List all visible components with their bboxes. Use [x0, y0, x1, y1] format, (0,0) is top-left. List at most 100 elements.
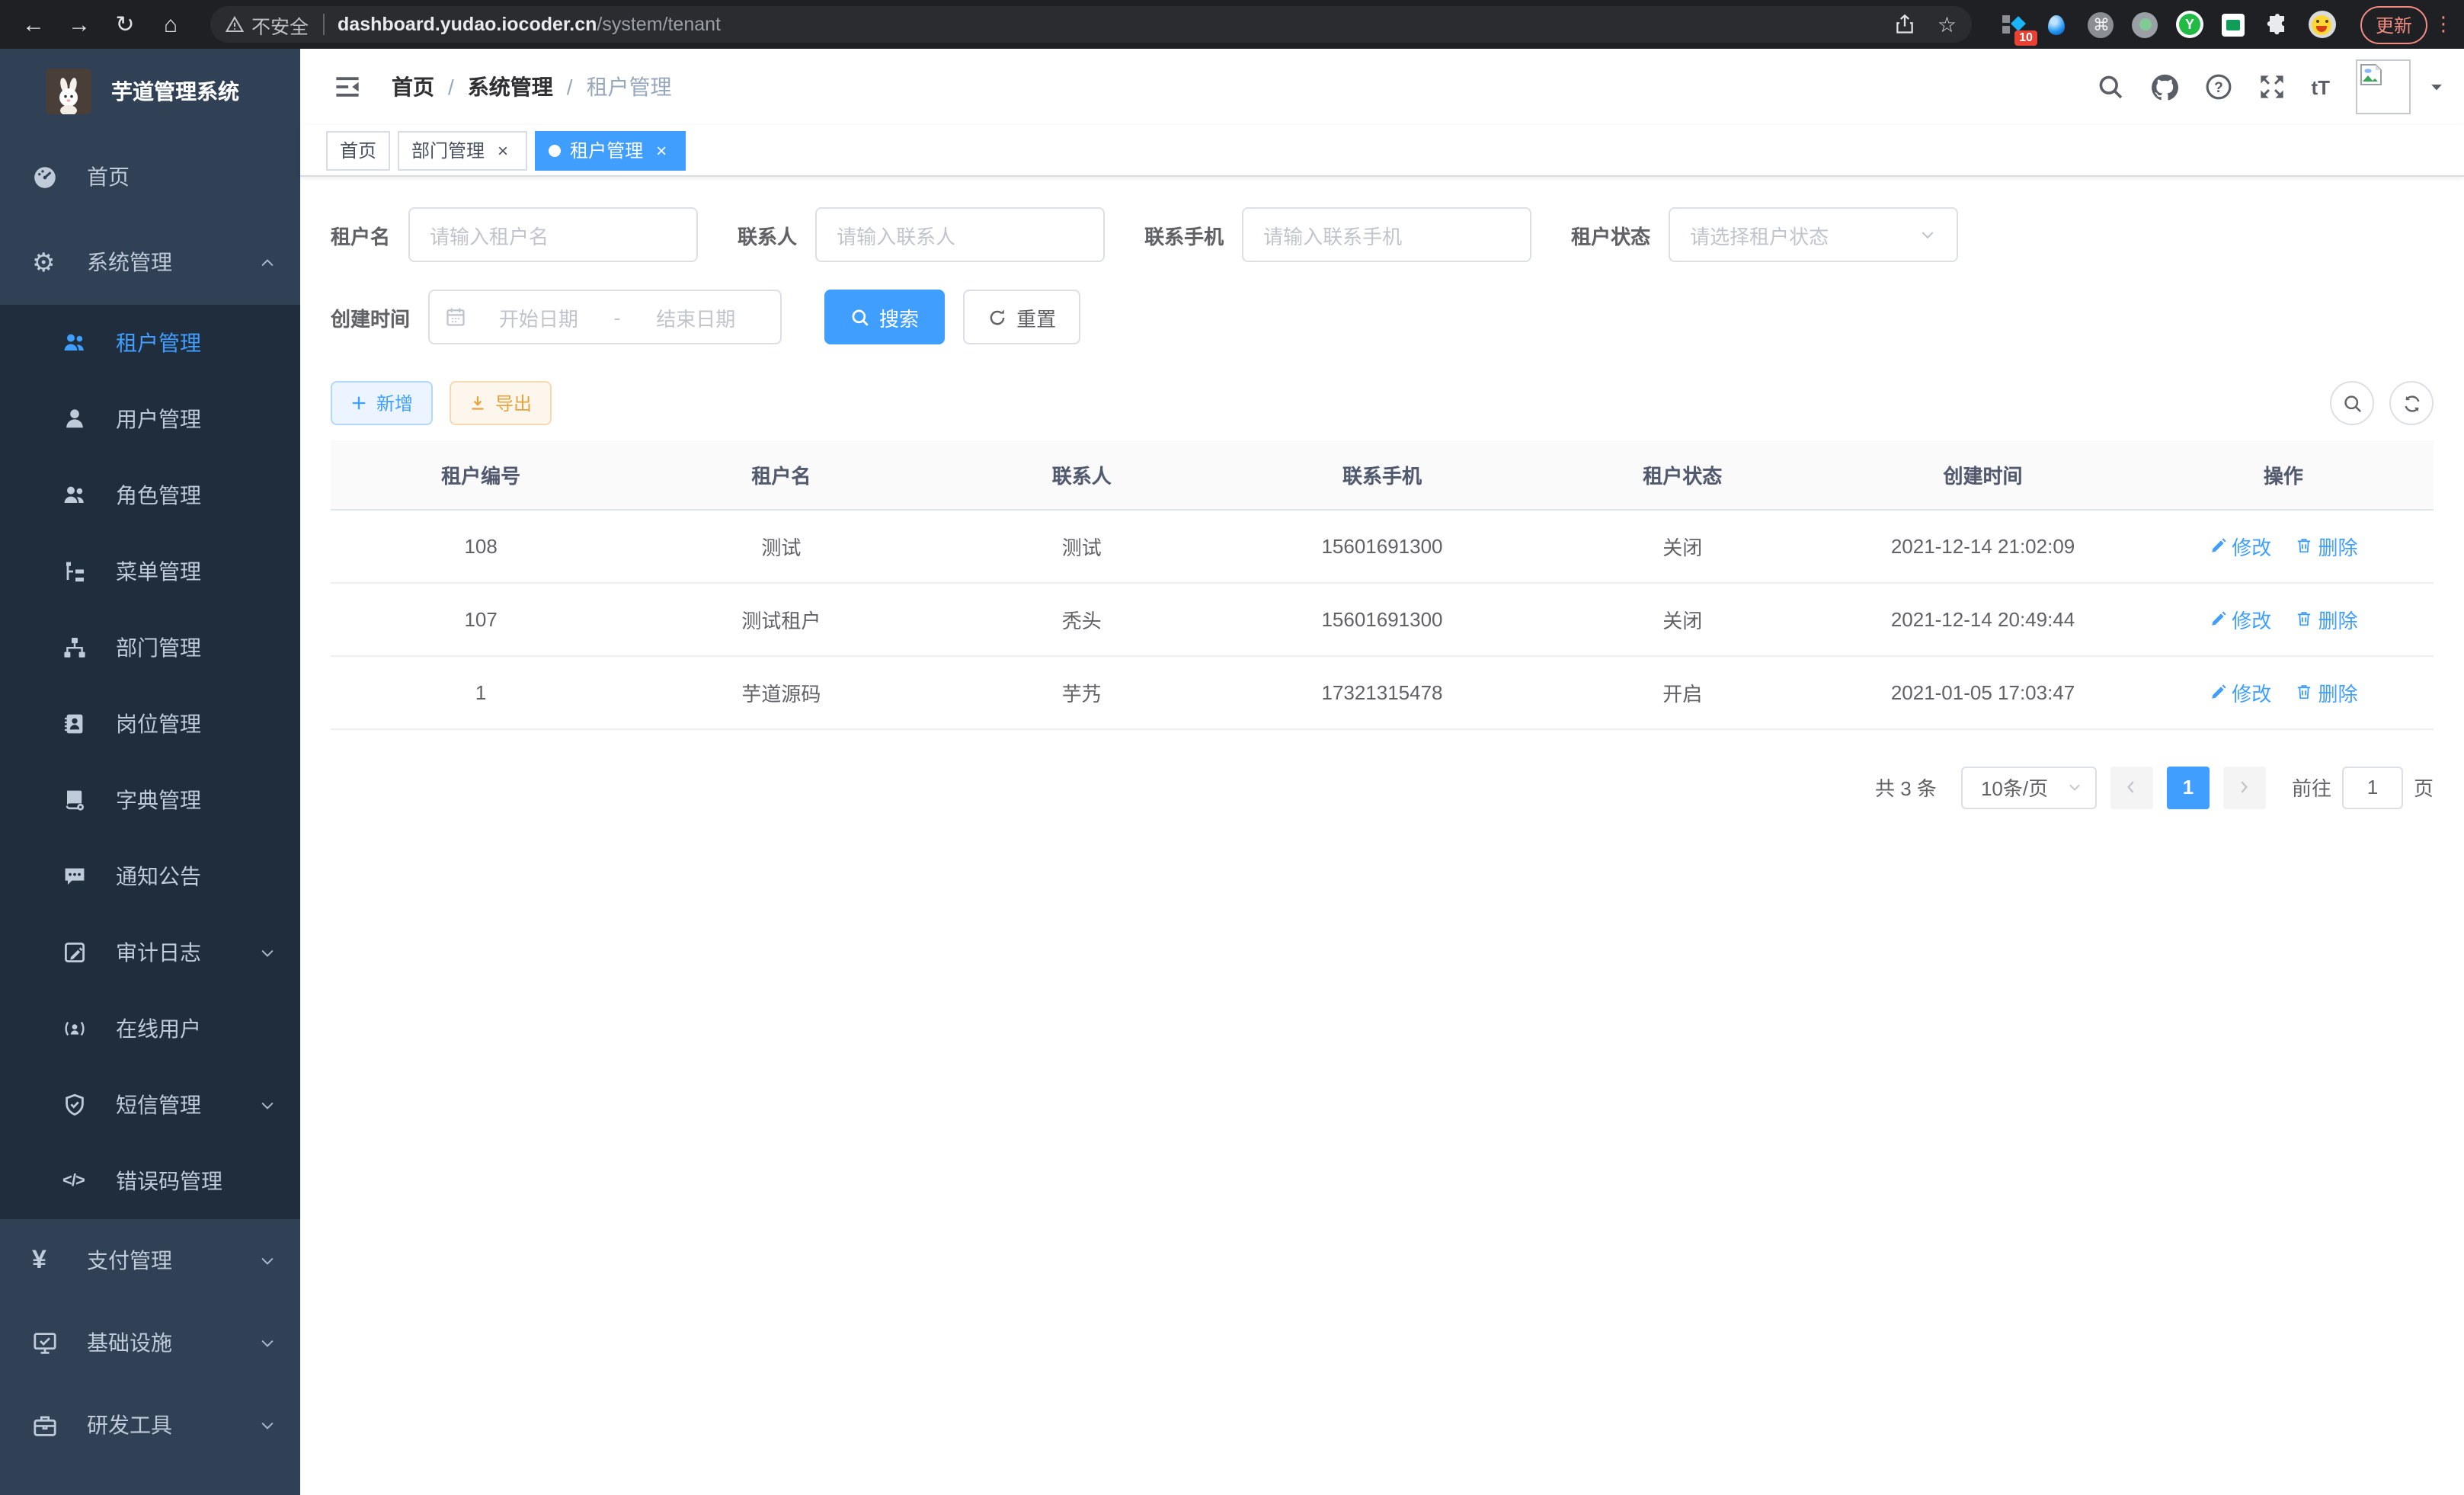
chevron-left-icon	[2123, 779, 2140, 796]
date-range-input[interactable]: 开始日期 - 结束日期	[428, 290, 782, 344]
help-icon[interactable]: ?	[2204, 73, 2232, 101]
cell-id: 1	[331, 655, 631, 728]
export-button[interactable]: 导出	[450, 381, 552, 425]
sidebar-item-menu[interactable]: 菜单管理	[0, 533, 300, 610]
tag-label: 首页	[340, 137, 376, 163]
github-icon[interactable]	[2149, 72, 2178, 101]
breadcrumb-home[interactable]: 首页	[392, 72, 434, 102]
tag-tenant-active[interactable]: 租户管理 ×	[535, 130, 686, 170]
toggle-search-button[interactable]	[2330, 381, 2374, 425]
close-icon[interactable]: ×	[651, 139, 672, 161]
edit-link[interactable]: 修改	[2209, 531, 2271, 560]
extension-y-icon[interactable]: Y	[2176, 11, 2203, 38]
browser-update-button[interactable]: 更新	[2360, 5, 2427, 43]
status-label: 租户状态	[1571, 220, 1650, 249]
goto-page-input[interactable]	[2342, 766, 2403, 808]
app-logo[interactable]: 芋道管理系统	[0, 49, 300, 134]
tenant-name-input[interactable]: 请输入租户名	[408, 207, 698, 262]
extension-kite-icon[interactable]	[2043, 11, 2071, 38]
sidebar-item-infra[interactable]: 基础设施	[0, 1301, 300, 1384]
audit-icon	[62, 940, 96, 965]
not-secure-warning[interactable]: 不安全	[226, 10, 309, 39]
warning-triangle-icon	[226, 15, 244, 34]
sidebar-item-dept[interactable]: 部门管理	[0, 610, 300, 686]
refresh-table-button[interactable]	[2389, 381, 2434, 425]
fullscreen-icon[interactable]	[2258, 73, 2285, 101]
sidebar-item-user[interactable]: 用户管理	[0, 381, 300, 457]
status-select[interactable]: 请选择租户状态	[1669, 207, 1958, 262]
goto-label: 前往	[2292, 773, 2331, 802]
extensions-puzzle-icon[interactable]	[2264, 11, 2292, 38]
tag-dept[interactable]: 部门管理 ×	[398, 130, 527, 170]
sidebar-item-dict[interactable]: 字典管理	[0, 762, 300, 838]
page-content: 租户名 请输入租户名 联系人 请输入联系人 联系手机 请输入联系手机 租户状态	[300, 177, 2464, 1495]
page-number-1[interactable]: 1	[2167, 766, 2210, 808]
contact-input[interactable]: 请输入联系人	[815, 207, 1105, 262]
extension-grid-icon[interactable]: 10	[1999, 11, 2027, 38]
sidebar-item-label: 租户管理	[116, 328, 201, 358]
edit-link[interactable]: 修改	[2209, 677, 2271, 706]
sidebar-item-home[interactable]: 首页	[0, 134, 300, 219]
extension-command-icon[interactable]: ⌘	[2088, 11, 2115, 38]
breadcrumb-system[interactable]: 系统管理	[468, 72, 553, 102]
delete-link[interactable]: 删除	[2295, 677, 2357, 706]
chevron-down-icon[interactable]	[2427, 78, 2446, 96]
role-icon	[62, 483, 96, 507]
bookmark-star-icon[interactable]: ☆	[1938, 11, 1957, 37]
sidebar-item-devtool[interactable]: 研发工具	[0, 1384, 300, 1466]
date-start-placeholder: 开始日期	[469, 303, 608, 331]
sidebar-item-errcode[interactable]: </> 错误码管理	[0, 1143, 300, 1219]
edit-link[interactable]: 修改	[2209, 604, 2271, 633]
cell-created: 2021-01-05 17:03:47	[1832, 655, 2133, 728]
tag-home[interactable]: 首页	[326, 130, 390, 170]
sidebar-item-pay[interactable]: ¥ 支付管理	[0, 1219, 300, 1301]
browser-menu-icon[interactable]: ⋮	[2434, 21, 2449, 27]
sidebar-item-role[interactable]: 角色管理	[0, 457, 300, 533]
close-icon[interactable]: ×	[492, 139, 514, 161]
address-bar[interactable]: 不安全 dashboard.yudao.iocoder.cn/system/te…	[210, 6, 1972, 43]
font-size-icon[interactable]: tT	[2311, 75, 2330, 98]
reload-icon[interactable]: ↻	[107, 6, 143, 43]
forward-icon[interactable]: →	[61, 6, 98, 43]
user-avatar[interactable]	[2356, 59, 2411, 114]
delete-link[interactable]: 删除	[2295, 531, 2357, 560]
cell-status: 开启	[1532, 655, 1832, 728]
sidebar-item-audit[interactable]: 审计日志	[0, 914, 300, 991]
next-page-button[interactable]	[2223, 766, 2266, 808]
home-icon[interactable]: ⌂	[152, 6, 189, 43]
sidebar-item-notice[interactable]: 通知公告	[0, 838, 300, 914]
sidebar-item-online[interactable]: 在线用户	[0, 991, 300, 1067]
sidebar-item-system[interactable]: ⚙ 系统管理	[0, 219, 300, 305]
url-path: /system/tenant	[597, 14, 721, 35]
security-label: 不安全	[251, 10, 309, 39]
cell-id: 108	[331, 509, 631, 582]
cell-actions: 修改 删除	[2133, 655, 2434, 728]
chevron-up-icon	[259, 254, 276, 271]
mobile-input[interactable]: 请输入联系手机	[1242, 207, 1531, 262]
cell-actions: 修改 删除	[2133, 582, 2434, 655]
delete-link[interactable]: 删除	[2295, 604, 2357, 633]
prev-page-button[interactable]	[2110, 766, 2153, 808]
search-button[interactable]: 搜索	[824, 290, 945, 344]
browser-profile-avatar[interactable]	[2309, 11, 2336, 38]
page-size-select[interactable]: 10条/页	[1961, 766, 2097, 808]
reset-button[interactable]: 重置	[963, 290, 1080, 344]
extension-chat-icon[interactable]	[2220, 11, 2248, 38]
sidebar-item-label: 系统管理	[87, 247, 172, 277]
col-mobile: 联系手机	[1232, 440, 1532, 509]
search-icon[interactable]	[2096, 73, 2123, 101]
sidebar-item-tenant[interactable]: 租户管理	[0, 305, 300, 381]
extension-dot-icon[interactable]	[2132, 11, 2159, 38]
navbar: 首页 / 系统管理 / 租户管理 ?	[300, 49, 2464, 125]
add-button[interactable]: 新增	[331, 381, 433, 425]
share-icon[interactable]	[1895, 14, 1916, 35]
hamburger-icon[interactable]	[325, 73, 370, 101]
sidebar-item-post[interactable]: 岗位管理	[0, 686, 300, 762]
cell-actions: 修改 删除	[2133, 509, 2434, 582]
sidebar-item-label: 首页	[87, 162, 130, 192]
dashboard-icon	[32, 164, 69, 190]
sidebar-item-sms[interactable]: 短信管理	[0, 1067, 300, 1143]
back-icon[interactable]: ←	[15, 6, 52, 43]
chevron-down-icon	[2066, 779, 2083, 796]
cell-mobile: 15601691300	[1232, 582, 1532, 655]
